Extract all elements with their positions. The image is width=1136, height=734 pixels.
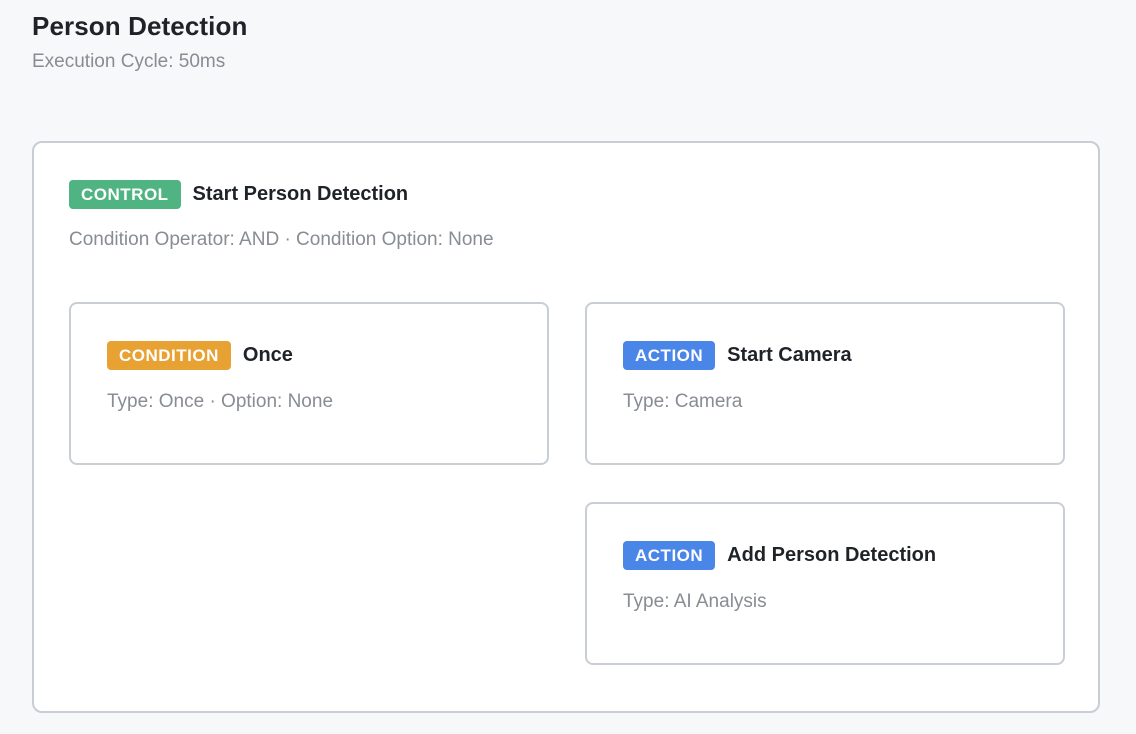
condition-node-card[interactable]: CONDITION Once Type: Once · Option: None <box>69 302 549 465</box>
page-title: Person Detection <box>32 11 248 41</box>
action-node-title: Start Camera <box>727 344 852 366</box>
action-badge: ACTION <box>623 541 716 570</box>
action-badge: ACTION <box>623 341 716 370</box>
execution-cycle-label: Execution Cycle: 50ms <box>32 51 226 72</box>
action-node-card[interactable]: ACTION Start Camera Type: Camera <box>585 302 1065 465</box>
condition-node-meta: Type: Once · Option: None <box>107 391 334 412</box>
condition-badge: CONDITION <box>107 341 231 370</box>
control-badge: CONTROL <box>69 180 181 209</box>
control-node-meta: Condition Operator: AND · Condition Opti… <box>69 229 494 250</box>
action-node-card[interactable]: ACTION Add Person Detection Type: AI Ana… <box>585 502 1065 665</box>
condition-node-header: CONDITION Once <box>107 341 293 370</box>
action-node-meta: Type: AI Analysis <box>623 591 767 612</box>
control-node-card[interactable]: CONTROL Start Person Detection Condition… <box>32 141 1100 713</box>
control-node-header: CONTROL Start Person Detection <box>69 180 408 209</box>
action-node-header: ACTION Add Person Detection <box>623 541 936 570</box>
condition-node-title: Once <box>242 344 293 366</box>
action-node-header: ACTION Start Camera <box>623 341 852 370</box>
action-node-title: Add Person Detection <box>727 544 937 566</box>
action-node-meta: Type: Camera <box>623 391 743 412</box>
control-node-title: Start Person Detection <box>192 183 409 205</box>
